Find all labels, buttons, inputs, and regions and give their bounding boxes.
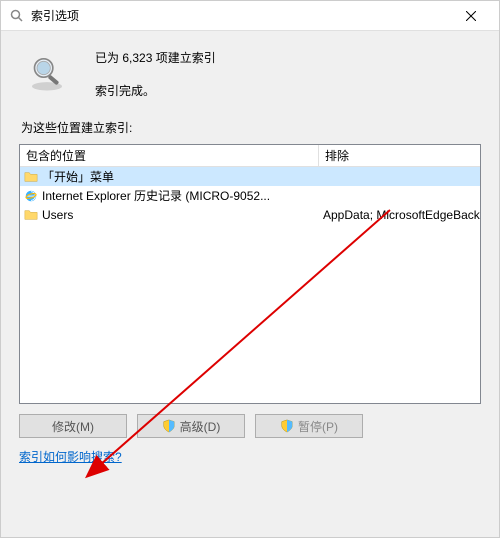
row-name: Users [42, 208, 73, 222]
table-row[interactable]: Users AppData; MicrosoftEdgeBackups; AppD… [20, 205, 480, 224]
magnifier-icon [27, 53, 67, 93]
summary-section: 已为 6,323 项建立索引 索引完成。 [1, 31, 499, 109]
advanced-button[interactable]: 高级(D) [137, 414, 245, 438]
locations-list: 包含的位置 排除 「开始」菜单 Internet Explorer 历史记录 (M… [19, 144, 481, 404]
col-header-included[interactable]: 包含的位置 [20, 144, 319, 167]
col-header-exclude[interactable]: 排除 [319, 144, 480, 167]
modify-button-label: 修改(M) [52, 418, 94, 435]
cell-included: Internet Explorer 历史记录 (MICRO-9052... [20, 185, 319, 206]
shield-icon [162, 419, 176, 433]
buttons-row: 修改(M) 高级(D) 暂停(P) [1, 404, 499, 442]
titlebar: 索引选项 [1, 1, 499, 31]
indexing-options-window: 索引选项 已为 6,323 项建立索引 索引完成。 为这些位置建立索引: 包含的… [0, 0, 500, 538]
folder-icon [24, 208, 38, 222]
indexing-status-text: 索引完成。 [95, 82, 216, 99]
help-link[interactable]: 索引如何影响搜索? [1, 442, 499, 479]
pause-button-label: 暂停(P) [298, 418, 338, 435]
cell-included: Users [20, 206, 319, 224]
locations-body: 「开始」菜单 Internet Explorer 历史记录 (MICRO-9052… [20, 167, 480, 224]
window-title: 索引选项 [31, 7, 451, 24]
folder-icon [24, 170, 38, 184]
row-name: 「开始」菜单 [42, 168, 114, 185]
shield-icon [280, 419, 294, 433]
close-icon [466, 11, 476, 21]
table-row[interactable]: 「开始」菜单 [20, 167, 480, 186]
cell-exclude [319, 175, 480, 179]
close-button[interactable] [451, 2, 491, 30]
cell-exclude [319, 194, 480, 198]
ie-icon [24, 189, 38, 203]
indexed-count-text: 已为 6,323 项建立索引 [95, 49, 216, 66]
row-name: Internet Explorer 历史记录 (MICRO-9052... [42, 187, 270, 204]
modify-button[interactable]: 修改(M) [19, 414, 127, 438]
locations-header: 包含的位置 排除 [20, 145, 480, 167]
cell-included: 「开始」菜单 [20, 166, 319, 187]
locations-label: 为这些位置建立索引: [1, 109, 499, 140]
indexing-icon [9, 8, 25, 24]
table-row[interactable]: Internet Explorer 历史记录 (MICRO-9052... [20, 186, 480, 205]
advanced-button-label: 高级(D) [180, 418, 221, 435]
cell-exclude: AppData; MicrosoftEdgeBackups; AppData [319, 206, 480, 224]
pause-button[interactable]: 暂停(P) [255, 414, 363, 438]
